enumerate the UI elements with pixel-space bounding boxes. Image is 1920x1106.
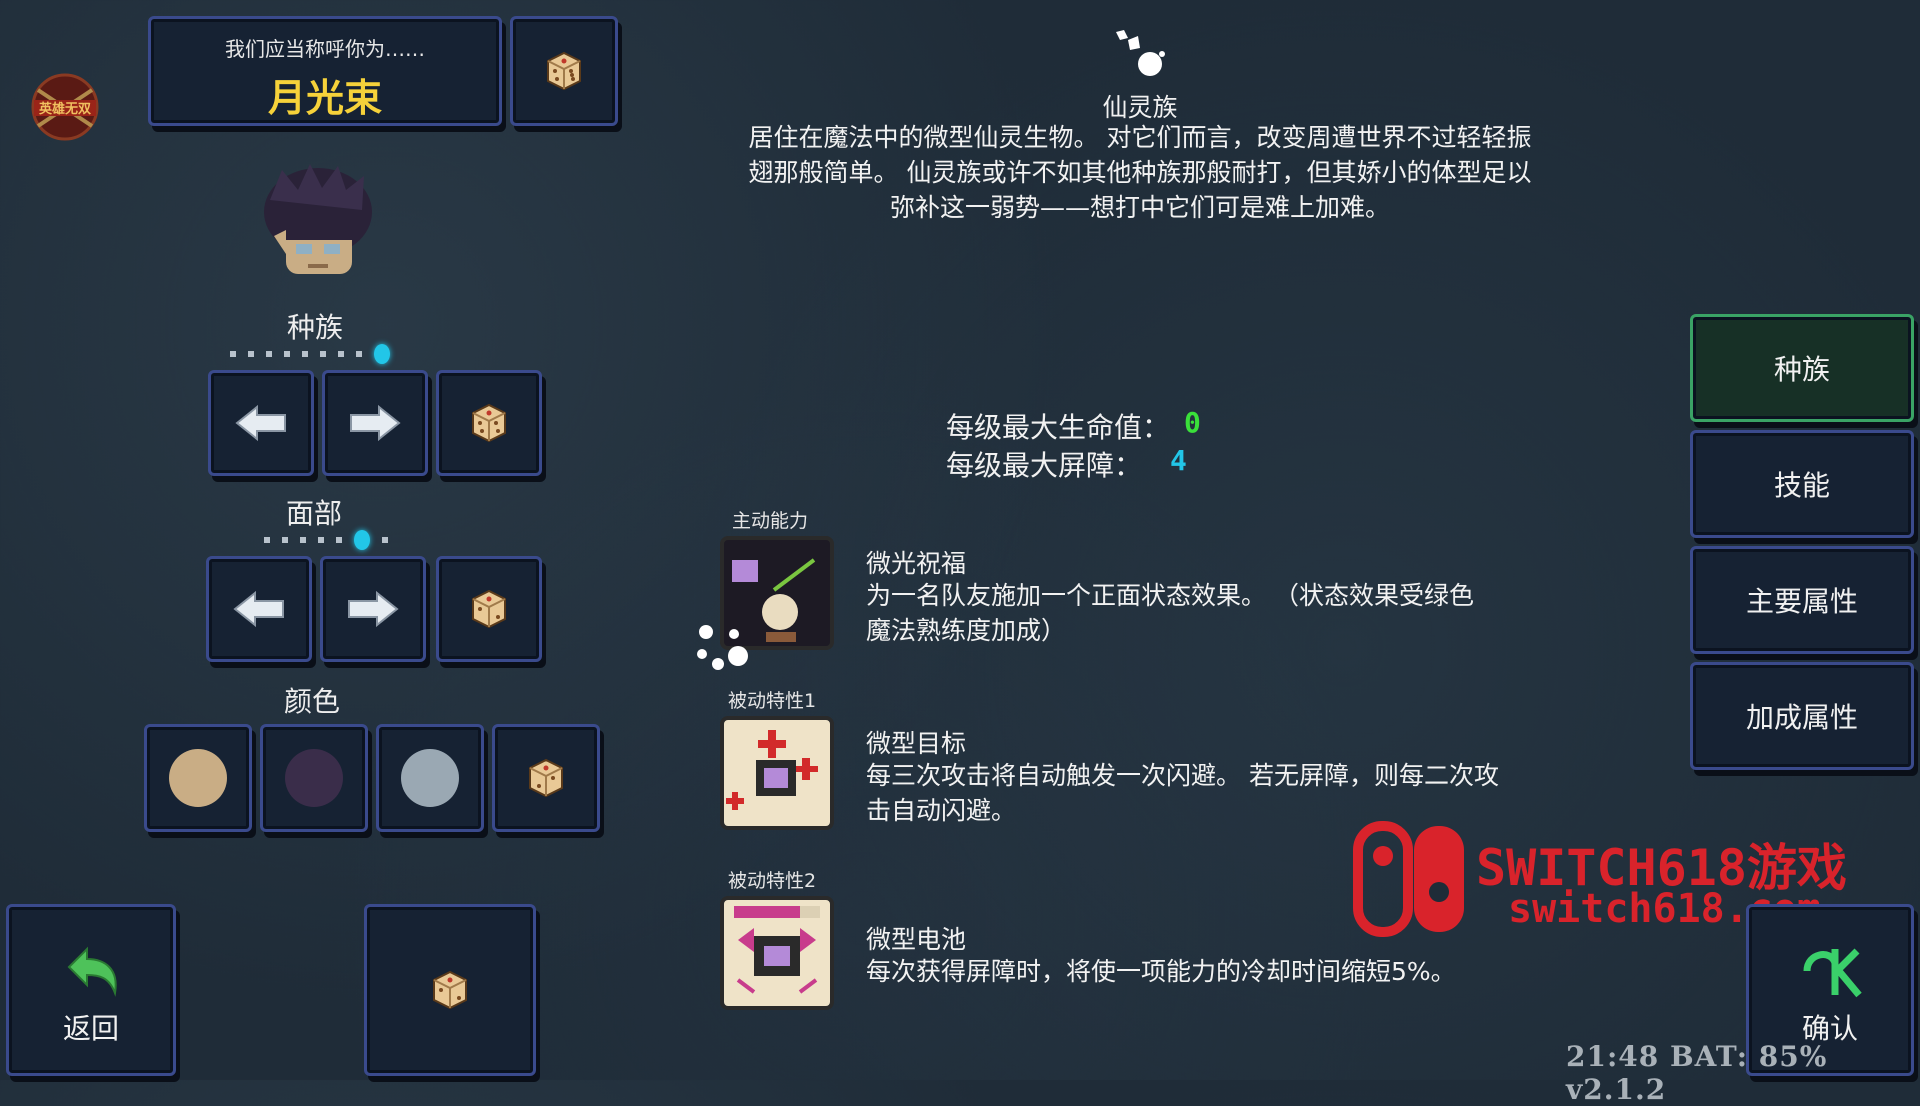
tab-skills[interactable]: 技能 xyxy=(1690,430,1914,538)
race-icon xyxy=(1110,26,1170,82)
ability-line: 魔法熟练度加成） xyxy=(866,616,1067,645)
race-prev-button[interactable] xyxy=(208,370,314,476)
shield-label: 每级最大屏障： xyxy=(945,449,1142,482)
race-next-button[interactable] xyxy=(322,370,428,476)
ability-description-passive-1: 每三次攻击将自动触发一次闪避。 若无屏障，则每二次攻 击自动闪避。 xyxy=(866,758,1606,828)
color-label: 颜色 xyxy=(284,685,341,718)
color-swatch-button-2[interactable] xyxy=(260,724,368,832)
game-logo: 英雄无双 xyxy=(24,70,106,144)
face-selector-dots xyxy=(264,530,388,550)
ok-icon xyxy=(1803,948,1862,998)
tab-bonus-attributes[interactable]: 加成属性 xyxy=(1690,662,1914,770)
color-swatch-button-1[interactable] xyxy=(144,724,252,832)
ability-line: 为一名队友施加一个正面状态效果。 （状态效果受绿色 xyxy=(866,581,1474,610)
ability-tag-passive-2: 被动特性2 xyxy=(728,870,817,892)
race-description-line: 居住在魔法中的微型仙灵生物。 对它们而言，改变周遭世界不过轻轻振 xyxy=(748,123,1532,152)
ability-description-active: 为一名队友施加一个正面状态效果。 （状态效果受绿色 魔法熟练度加成） xyxy=(866,578,1606,648)
back-button[interactable]: 返回 xyxy=(6,904,176,1076)
character-name[interactable]: 月光束 xyxy=(151,67,499,122)
face-prev-button[interactable] xyxy=(206,556,312,662)
name-panel[interactable]: 我们应当称呼你为…… 月光束 xyxy=(148,16,502,126)
status-bar-text: 21:48 BAT: 85% v2.1.2 xyxy=(1566,1040,1828,1106)
ability-title-passive-2: 微型电池 xyxy=(866,925,967,954)
arrow-right-icon xyxy=(348,590,399,628)
race-random-button[interactable] xyxy=(436,370,542,476)
ability-tag-passive-1: 被动特性1 xyxy=(728,690,817,712)
back-arrow-icon xyxy=(67,946,117,997)
dice-icon xyxy=(465,399,513,447)
name-prompt: 我们应当称呼你为…… xyxy=(225,37,425,61)
tab-race[interactable]: 种族 xyxy=(1690,314,1914,422)
race-selector-dots xyxy=(230,344,390,364)
race-description-line: 翅那般简单。 仙灵族或许不如其他种族那般耐打，但其娇小的体型足以 xyxy=(748,158,1532,187)
random-name-button[interactable] xyxy=(510,16,618,126)
tab-label: 主要属性 xyxy=(1745,585,1858,618)
color-random-button[interactable] xyxy=(492,724,600,832)
dice-icon xyxy=(465,585,513,633)
dice-icon xyxy=(522,754,570,802)
ability-tag-active: 主动能力 xyxy=(732,510,809,532)
face-label: 面部 xyxy=(286,497,343,530)
color-swatch-button-3[interactable] xyxy=(376,724,484,832)
face-random-button[interactable] xyxy=(436,556,542,662)
ability-title-active: 微光祝福 xyxy=(866,549,967,578)
ability-title-passive-1: 微型目标 xyxy=(866,729,967,758)
face-dot-active xyxy=(354,530,370,550)
watermark-switch-logo xyxy=(1352,820,1472,938)
color-swatch-eyes xyxy=(401,749,459,807)
passive-ability-2-icon xyxy=(720,896,834,1010)
ability-line: 击自动闪避。 xyxy=(866,796,1017,825)
logo-text: 英雄无双 xyxy=(38,102,91,117)
shield-value: 4 xyxy=(1170,444,1187,477)
character-portrait xyxy=(252,160,380,284)
face-next-button[interactable] xyxy=(320,556,426,662)
color-swatch-hair xyxy=(285,749,343,807)
tab-label: 加成属性 xyxy=(1745,701,1858,734)
dice-icon xyxy=(426,966,474,1014)
tab-label: 种族 xyxy=(1773,353,1830,386)
race-description: 居住在魔法中的微型仙灵生物。 对它们而言，改变周遭世界不过轻轻振 翅那般简单。 … xyxy=(680,120,1600,225)
randomize-all-button[interactable] xyxy=(364,904,536,1076)
hp-value: 0 xyxy=(1184,406,1201,439)
ability-line: 每三次攻击将自动触发一次闪避。 若无屏障，则每二次攻 xyxy=(866,761,1499,790)
color-swatch-skin xyxy=(169,749,227,807)
dice-icon xyxy=(540,47,588,95)
race-description-line: 弥补这一弱势——想打中它们可是难上加难。 xyxy=(889,193,1390,222)
ability-description-passive-2: 每次获得屏障时，将使一项能力的冷却时间缩短5%。 xyxy=(866,954,1606,989)
race-label: 种族 xyxy=(287,311,344,344)
tab-label: 技能 xyxy=(1773,469,1830,502)
arrow-right-icon xyxy=(350,404,401,442)
arrow-left-icon xyxy=(235,404,286,442)
race-dot-active xyxy=(374,344,390,364)
ability-line: 每次获得屏障时，将使一项能力的冷却时间缩短5%。 xyxy=(866,957,1456,986)
hp-label: 每级最大生命值： xyxy=(945,411,1170,444)
back-label: 返回 xyxy=(62,1012,119,1045)
sparkle-icon xyxy=(692,620,752,674)
arrow-left-icon xyxy=(233,590,284,628)
passive-ability-1-icon xyxy=(720,716,834,830)
tab-primary-attributes[interactable]: 主要属性 xyxy=(1690,546,1914,654)
race-name: 仙灵族 xyxy=(1102,93,1178,122)
